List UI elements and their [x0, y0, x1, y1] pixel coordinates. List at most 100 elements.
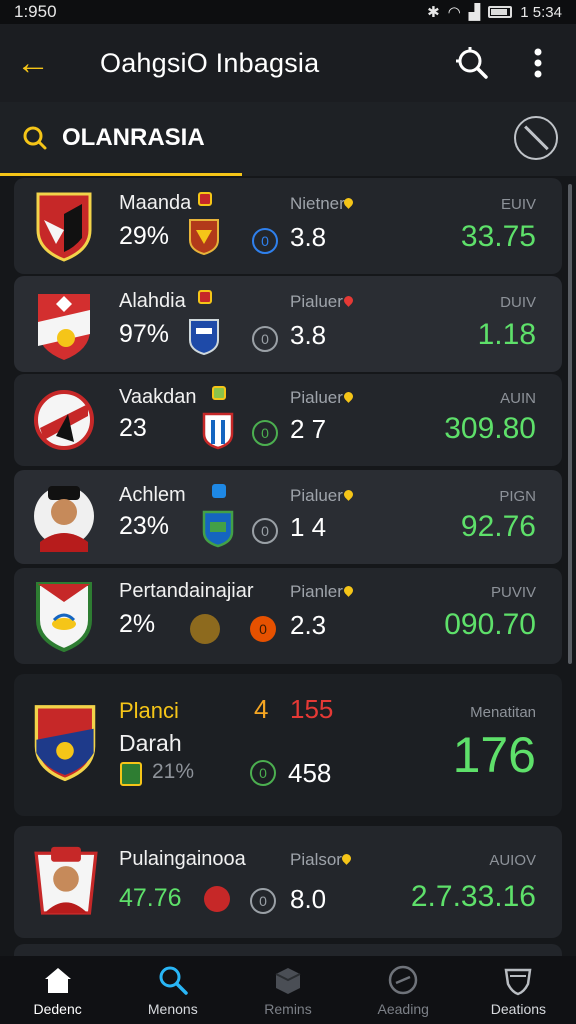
- team-crest-icon: [38, 294, 90, 360]
- team-name: Vaakdan: [119, 386, 197, 408]
- featured-team-b: Darah: [119, 730, 182, 756]
- flag-icon: [212, 386, 226, 400]
- red-coin-icon: [204, 886, 230, 912]
- bottom-navigation: Dedenc Menons Remins Aeading Deations: [0, 956, 576, 1024]
- featured-score-b: 155: [290, 694, 334, 724]
- bluetooth-icon: ✱: [427, 4, 440, 21]
- price-value: 2.7.33.16: [410, 880, 536, 913]
- meta-label: Pialuer: [290, 292, 343, 311]
- app-bar: ← OahgsiO Inbagsia: [0, 24, 576, 102]
- nav-menons[interactable]: Menons: [115, 956, 230, 1024]
- nav-dedenc[interactable]: Dedenc: [0, 956, 115, 1024]
- nav-deations[interactable]: Deations: [461, 956, 576, 1024]
- coin-icon: 0: [252, 326, 278, 352]
- opponent-crest-icon: [189, 219, 219, 256]
- location-pin-icon: [342, 294, 355, 307]
- match-card[interactable]: Pertandainajiar 2% 0 2.3 Pianler PUVIV 0…: [14, 568, 562, 664]
- gold-coin-icon: [190, 614, 220, 644]
- win-percent: 2%: [119, 610, 156, 638]
- shield-icon: [501, 963, 535, 997]
- home-icon: [41, 963, 75, 997]
- match-card[interactable]: [14, 944, 562, 956]
- team-name: Pertandainajiar: [119, 580, 254, 602]
- price-value: 92.76: [460, 510, 536, 543]
- team-name: Maanda: [119, 192, 192, 214]
- price-value: 1.18: [477, 318, 536, 351]
- price-value: 33.75: [460, 220, 536, 253]
- search-button[interactable]: [450, 41, 494, 85]
- nav-label: Dedenc: [33, 1001, 82, 1017]
- featured-label: Menatitan: [470, 704, 536, 721]
- more-menu-button[interactable]: [516, 41, 560, 85]
- nav-aeading[interactable]: Aeading: [346, 956, 461, 1024]
- team-name: Achlem: [119, 484, 186, 506]
- currency-label: AUIN: [500, 390, 536, 407]
- meta-label: Pialsor: [290, 850, 342, 869]
- opponent-crest-icon: [189, 319, 219, 356]
- page-title: OahgsiO Inbagsia: [100, 47, 320, 78]
- status-time-right: 1 5:34: [520, 3, 562, 21]
- team-crest-icon: [36, 582, 92, 652]
- location-pin-icon: [340, 852, 353, 865]
- win-percent: 23%: [119, 512, 170, 540]
- player-avatar: [34, 486, 94, 552]
- win-percent: 97%: [119, 320, 170, 348]
- team-crest-icon: [34, 390, 94, 450]
- location-pin-icon: [342, 488, 355, 501]
- status-bar: 1:950 ✱ ◠ ▟ 1 5:34: [0, 0, 576, 24]
- featured-odds: 458: [288, 758, 332, 788]
- match-card[interactable]: Pulaingainooa 47.76 0 8.0 Pialsor AUIOV …: [14, 826, 562, 938]
- compass-icon: [386, 963, 420, 997]
- match-card[interactable]: Maanda 29% 0 3.8 Nietner EUIV 33.75: [14, 178, 562, 274]
- box-icon: [271, 963, 305, 997]
- odds-value: 3.8: [290, 320, 327, 350]
- meta-label: Pianler: [290, 582, 343, 601]
- player-avatar: [34, 846, 98, 915]
- odds-value: 8.0: [290, 884, 327, 914]
- flag-icon: [198, 192, 212, 206]
- team-crest-icon: [34, 705, 96, 782]
- opponent-crest-icon: [202, 510, 234, 548]
- signal-icon: ▟: [468, 4, 481, 21]
- coin-icon: 0: [250, 760, 276, 786]
- match-card[interactable]: Alahdia 97% 0 3.8 Pialuer DUIV 1.18: [14, 276, 562, 372]
- meta-label: Pialuer: [290, 486, 343, 505]
- nav-label: Deations: [490, 1001, 547, 1017]
- odds-value: 1 4: [290, 512, 327, 542]
- currency-label: PUVIV: [490, 584, 536, 601]
- odds-value: 2 7: [290, 414, 327, 444]
- featured-percent: 21%: [152, 760, 195, 783]
- coin-icon: 0: [250, 888, 276, 914]
- nav-remins[interactable]: Remins: [230, 956, 345, 1024]
- tab-bar: OLANRASIA: [0, 102, 576, 176]
- team-name: Alahdia: [119, 290, 186, 312]
- match-card[interactable]: Vaakdan 23 0 2 7 Pialuer AUIN 309.80: [14, 374, 562, 466]
- search-icon: [456, 47, 488, 79]
- match-card[interactable]: Achlem 23% 0 1 4 Pialuer PIGN 92.76: [14, 470, 562, 564]
- scrollbar[interactable]: [568, 184, 572, 664]
- tab-olanrasia[interactable]: OLANRASIA: [0, 102, 242, 176]
- featured-match-card[interactable]: Planci 4 155 Darah 21% 0 458 Menatitan 1…: [14, 674, 562, 816]
- odds-value: 2.3: [290, 610, 327, 640]
- block-icon[interactable]: [514, 116, 558, 160]
- battery-icon: [488, 6, 513, 18]
- featured-value: 176: [452, 727, 536, 783]
- arrow-left-icon[interactable]: ←: [16, 46, 56, 80]
- flag-icon: [212, 484, 226, 498]
- odds-value: 3.8: [290, 222, 327, 252]
- search-icon: [23, 126, 47, 149]
- currency-label: PIGN: [499, 488, 536, 505]
- nav-label: Remins: [264, 1001, 312, 1017]
- price-value: 090.70: [444, 608, 536, 641]
- win-percent: 29%: [119, 222, 170, 250]
- location-pin-icon: [342, 390, 355, 403]
- coin-icon: 0: [252, 420, 278, 446]
- currency-label: AUIOV: [489, 852, 536, 869]
- meta-label: Pialuer: [290, 388, 343, 407]
- featured-score-a: 4: [254, 694, 269, 724]
- team-name: Pulaingainooa: [119, 848, 246, 870]
- nav-label: Aeading: [377, 1001, 429, 1017]
- meta-label: Nietner: [290, 194, 345, 213]
- match-list[interactable]: Maanda 29% 0 3.8 Nietner EUIV 33.75 Alah…: [0, 176, 576, 956]
- nav-label: Menons: [147, 1001, 198, 1017]
